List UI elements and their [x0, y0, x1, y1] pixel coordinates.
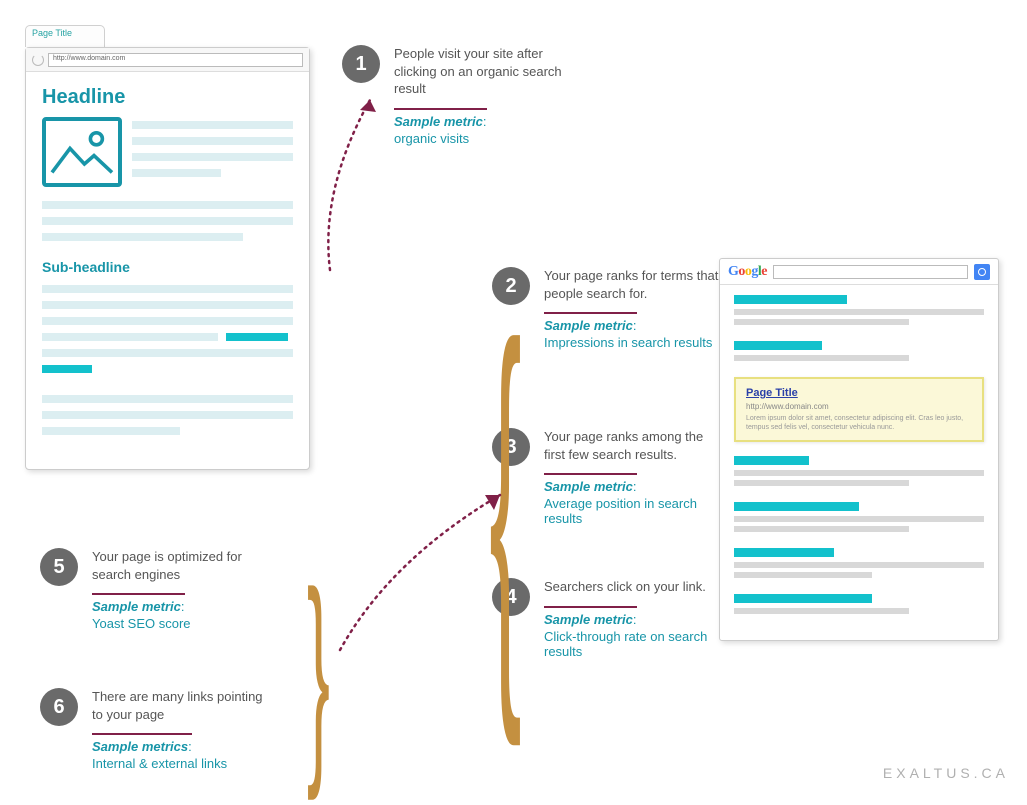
webpage-mockup: Page Title http://www.domain.com Headlin…: [25, 25, 310, 470]
step-description: Your page ranks for terms that people se…: [544, 267, 724, 302]
metric-value: Yoast SEO score: [92, 616, 272, 631]
browser-frame: http://www.domain.com Headline Sub-headl…: [25, 47, 310, 470]
step-4: 4 Searchers click on your link. Sample m…: [492, 578, 724, 659]
footer-brand: EXALTUS.CA: [883, 765, 1009, 781]
reload-icon: [32, 54, 44, 66]
metric-value: organic visits: [394, 131, 574, 146]
search-icon: [974, 264, 990, 280]
step-5: 5 Your page is optimized for search engi…: [40, 548, 272, 631]
step-description: Your page is optimized for search engine…: [92, 548, 272, 583]
step-1: 1 People visit your site after clicking …: [342, 45, 574, 146]
serp-description: Lorem ipsum dolor sit amet, consectetur …: [746, 414, 972, 432]
serp-result: [734, 341, 984, 361]
metric-value: Click-through rate on search results: [544, 629, 724, 659]
serp-url: http://www.domain.com: [746, 402, 972, 411]
metric-label: Sample metric:: [544, 312, 637, 333]
serp-result: [734, 594, 984, 614]
page-sub-headline: Sub-headline: [42, 259, 293, 275]
metric-value: Impressions in search results: [544, 335, 724, 350]
browser-toolbar: http://www.domain.com: [26, 48, 309, 72]
metric-label: Sample metrics:: [92, 733, 192, 754]
step-6: 6 There are many links pointing to your …: [40, 688, 272, 771]
google-logo: Google: [728, 264, 767, 280]
metric-value: Average position in search results: [544, 496, 724, 526]
curly-brace-icon: }: [307, 540, 330, 805]
step-number-badge: 1: [342, 45, 380, 83]
curly-brace-icon: {: [489, 250, 521, 755]
serp-result: [734, 456, 984, 486]
serp-result: [734, 502, 984, 532]
serp-result: [734, 295, 984, 325]
step-description: Your page ranks among the first few sear…: [544, 428, 724, 463]
google-search-input: [773, 265, 968, 279]
metric-label: Sample metric:: [394, 108, 487, 129]
highlighted-serp-result: Page Title http://www.domain.com Lorem i…: [734, 377, 984, 442]
url-bar: http://www.domain.com: [48, 53, 303, 67]
serp-result: [734, 548, 984, 578]
metric-label: Sample metric:: [92, 593, 185, 614]
step-description: People visit your site after clicking on…: [394, 45, 574, 98]
metric-label: Sample metric:: [544, 473, 637, 494]
metric-label: Sample metric:: [544, 606, 637, 627]
step-number-badge: 5: [40, 548, 78, 586]
google-serp-mockup: Google Page Title http://www.domain.com …: [719, 258, 999, 641]
step-3: 3 Your page ranks among the first few se…: [492, 428, 724, 526]
metric-value: Internal & external links: [92, 756, 272, 771]
step-number-badge: 6: [40, 688, 78, 726]
page-headline: Headline: [42, 86, 293, 109]
serp-title: Page Title: [746, 387, 972, 399]
image-placeholder-icon: [42, 117, 122, 187]
browser-tab: Page Title: [25, 25, 105, 47]
step-2: 2 Your page ranks for terms that people …: [492, 267, 724, 350]
step-description: There are many links pointing to your pa…: [92, 688, 272, 723]
step-description: Searchers click on your link.: [544, 578, 724, 596]
